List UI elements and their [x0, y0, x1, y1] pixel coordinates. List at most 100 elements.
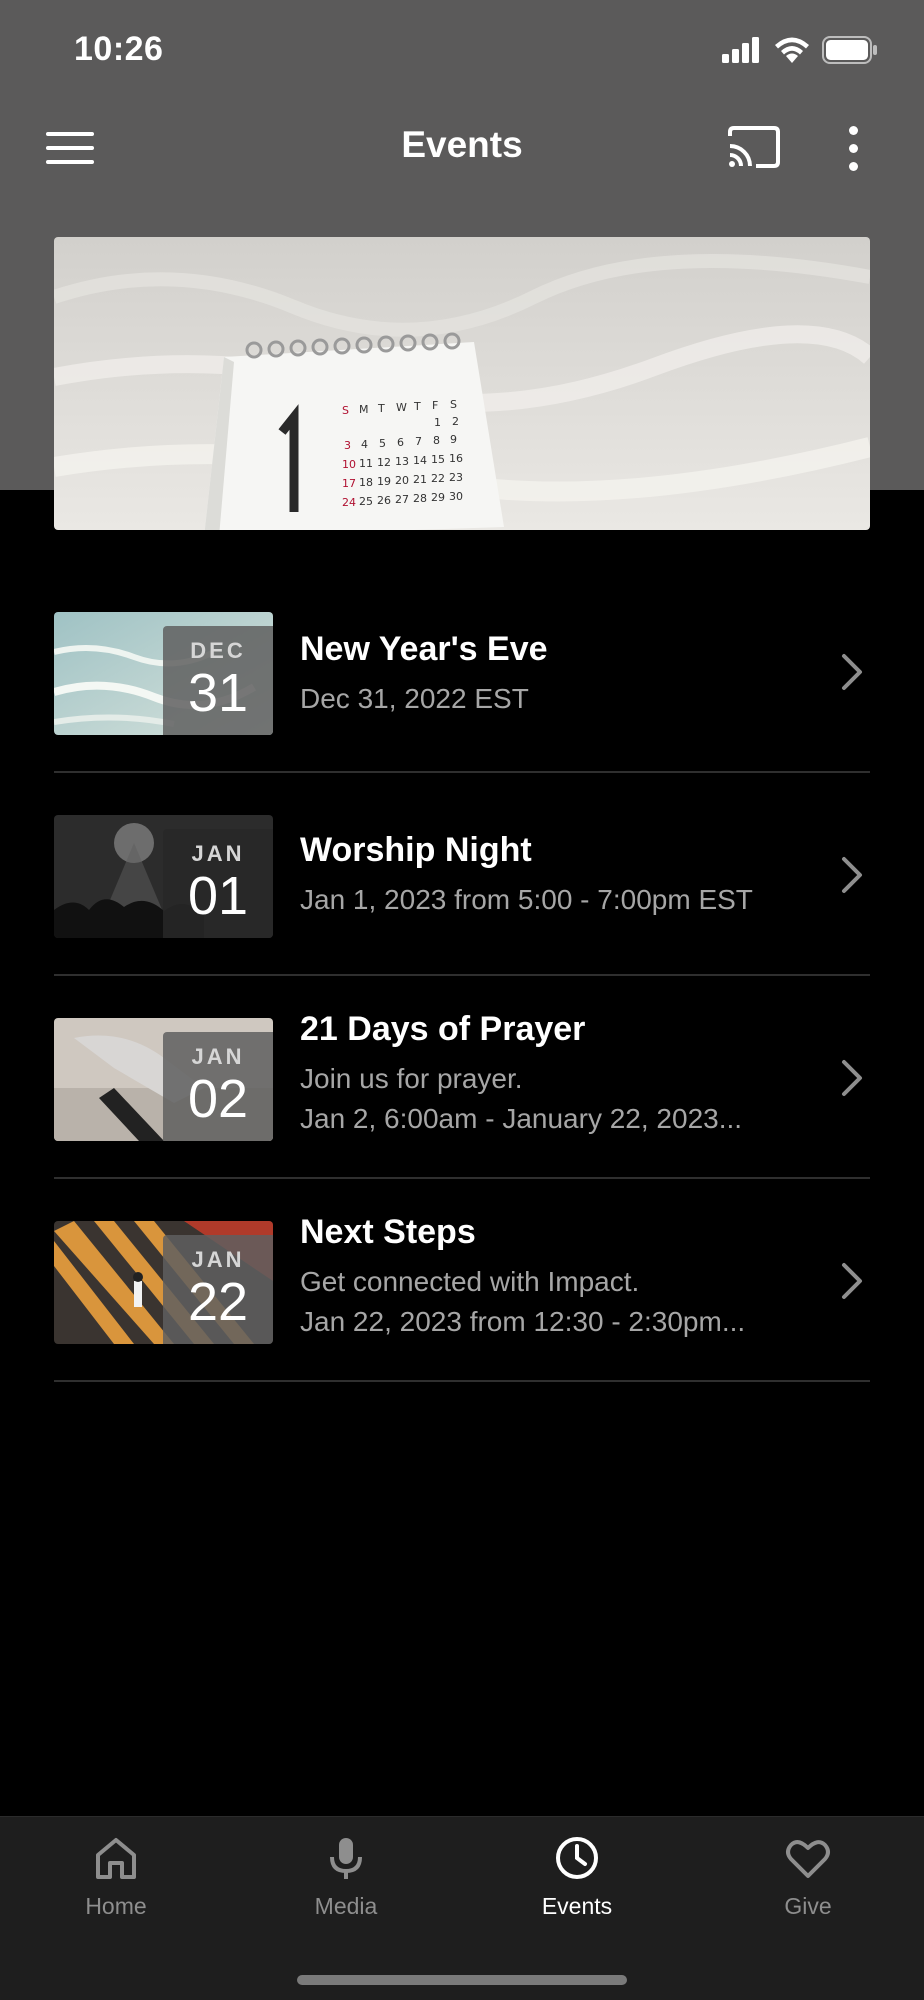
signal-icon	[722, 37, 759, 63]
cast-icon[interactable]	[726, 124, 782, 170]
chevron-right-icon	[842, 654, 862, 690]
svg-text:T: T	[377, 402, 385, 415]
svg-text:17: 17	[342, 477, 356, 490]
badge-day: 22	[187, 1272, 249, 1332]
svg-text:23: 23	[449, 471, 463, 484]
event-row-new-years-eve[interactable]: DEC 31 New Year's Eve Dec 31, 2022 EST	[54, 596, 870, 773]
chevron-right-icon	[842, 1060, 862, 1096]
event-thumbnail: JAN 02	[54, 1018, 273, 1141]
status-bar: 10:26	[0, 0, 924, 100]
svg-text:13: 13	[395, 455, 409, 468]
event-text: Next Steps Get connected with Impact. Ja…	[300, 1213, 830, 1338]
svg-text:25: 25	[359, 495, 373, 508]
badge-day: 01	[187, 866, 249, 926]
badge-month: DEC	[190, 638, 246, 663]
status-time: 10:26	[74, 30, 164, 68]
event-date: Jan 1, 2023 from 5:00 - 7:00pm EST	[300, 884, 753, 915]
svg-text:3: 3	[344, 439, 351, 452]
event-date: Jan 22, 2023 from 12:30 - 2:30pm...	[300, 1306, 746, 1337]
tab-label: Give	[784, 1893, 832, 1919]
clock-icon	[556, 1837, 598, 1879]
svg-text:12: 12	[377, 456, 391, 469]
badge-month: JAN	[191, 1044, 245, 1069]
svg-text:26: 26	[377, 494, 391, 507]
badge-day: 31	[187, 663, 249, 723]
tab-label: Events	[541, 1893, 613, 1919]
badge-day: 02	[187, 1069, 249, 1129]
badge-month: JAN	[191, 1247, 245, 1272]
svg-text:7: 7	[415, 435, 422, 448]
event-title: 21 Days of Prayer	[300, 1010, 586, 1048]
svg-text:19: 19	[377, 475, 391, 488]
event-title: Next Steps	[300, 1213, 476, 1251]
svg-text:27: 27	[395, 493, 409, 506]
event-list: DEC 31 New Year's Eve Dec 31, 2022 EST J…	[54, 596, 870, 1382]
date-badge: JAN 02	[163, 1032, 273, 1141]
wifi-icon	[775, 37, 809, 63]
chevron-right-icon	[842, 857, 862, 893]
svg-text:21: 21	[413, 473, 427, 486]
svg-text:28: 28	[413, 492, 427, 505]
badge-month: JAN	[191, 841, 245, 866]
home-indicator	[297, 1975, 627, 1985]
svg-text:18: 18	[359, 476, 373, 489]
tab-media[interactable]: Media	[266, 1835, 426, 1920]
event-text: 21 Days of Prayer Join us for prayer. Ja…	[300, 1010, 830, 1135]
bottom-tab-bar: Home Media Events Give	[0, 1816, 924, 2000]
svg-text:29: 29	[431, 491, 445, 504]
event-row-next-steps[interactable]: JAN 22 Next Steps Get connected with Imp…	[54, 1179, 870, 1382]
svg-text:20: 20	[395, 474, 409, 487]
event-thumbnail: JAN 22	[54, 1221, 273, 1344]
svg-text:16: 16	[449, 452, 463, 465]
hero-image: SMT WTFS 12 345 6789 10 11 12 13 14 15 16 17 1…	[54, 237, 870, 530]
svg-text:1: 1	[434, 416, 441, 429]
battery-icon	[822, 36, 877, 64]
event-text: Worship Night Jan 1, 2023 from 5:00 - 7:…	[300, 831, 830, 916]
heart-icon	[786, 1840, 830, 1878]
tab-events[interactable]: Events	[497, 1835, 657, 1920]
event-date: Dec 31, 2022 EST	[300, 683, 529, 714]
tab-label: Media	[314, 1893, 378, 1919]
svg-text:F: F	[432, 399, 438, 412]
app-header: Events	[0, 100, 924, 196]
svg-text:6: 6	[397, 436, 404, 449]
page-title: Events	[401, 124, 523, 165]
svg-text:24: 24	[342, 496, 356, 509]
microphone-icon	[330, 1838, 362, 1879]
tab-label: Home	[85, 1893, 147, 1919]
more-vertical-icon[interactable]	[836, 120, 872, 176]
home-icon	[96, 1838, 136, 1879]
event-thumbnail: JAN 01	[54, 815, 273, 938]
event-description: Get connected with Impact.	[300, 1266, 640, 1297]
date-badge: JAN 22	[163, 1235, 273, 1344]
event-text: New Year's Eve Dec 31, 2022 EST	[300, 630, 830, 715]
svg-text:W: W	[396, 401, 407, 414]
event-description: Join us for prayer.	[300, 1063, 523, 1094]
svg-text:10: 10	[342, 458, 356, 471]
svg-text:5: 5	[379, 437, 386, 450]
svg-text:15: 15	[431, 453, 445, 466]
event-row-21-days-of-prayer[interactable]: JAN 02 21 Days of Prayer Join us for pra…	[54, 976, 870, 1179]
event-date: Jan 2, 6:00am - January 22, 2023...	[300, 1103, 743, 1134]
svg-text:30: 30	[449, 490, 463, 503]
event-row-worship-night[interactable]: JAN 01 Worship Night Jan 1, 2023 from 5:…	[54, 773, 870, 976]
svg-text:M: M	[359, 403, 369, 416]
svg-text:4: 4	[361, 438, 368, 451]
event-title: New Year's Eve	[300, 630, 548, 668]
svg-text:S: S	[450, 398, 457, 411]
svg-text:T: T	[413, 400, 421, 413]
tab-home[interactable]: Home	[36, 1835, 196, 1920]
event-thumbnail: DEC 31	[54, 612, 273, 735]
event-title: Worship Night	[300, 831, 532, 869]
svg-text:14: 14	[413, 454, 427, 467]
svg-text:11: 11	[359, 457, 373, 470]
svg-text:2: 2	[452, 415, 459, 428]
svg-text:22: 22	[431, 472, 445, 485]
status-icons	[722, 36, 878, 64]
tab-give[interactable]: Give	[728, 1835, 888, 1920]
svg-text:S: S	[342, 404, 349, 417]
date-badge: DEC 31	[163, 626, 273, 735]
chevron-right-icon	[842, 1263, 862, 1299]
svg-text:8: 8	[433, 434, 440, 447]
svg-text:9: 9	[450, 433, 457, 446]
